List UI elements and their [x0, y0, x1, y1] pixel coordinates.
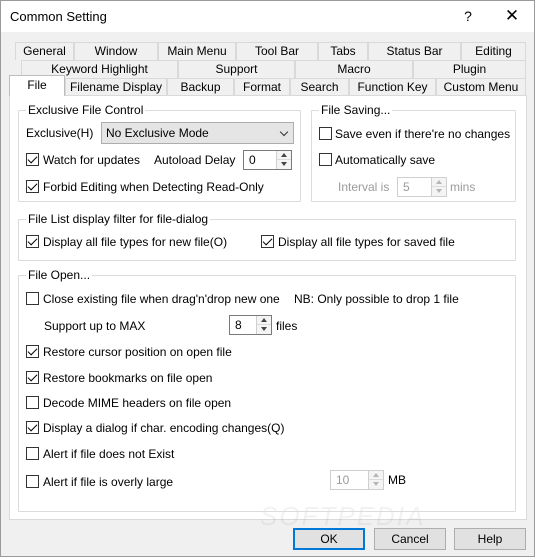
cancel-button[interactable]: Cancel: [374, 528, 446, 550]
watch-updates-label: Watch for updates: [43, 153, 140, 167]
dialog-title: Common Setting: [10, 9, 107, 24]
title-bar[interactable]: Common Setting ? ✕: [1, 1, 534, 32]
decode-mime-label: Decode MIME headers on file open: [43, 396, 232, 410]
tab-search[interactable]: Search: [290, 78, 349, 96]
tab-row-2: Keyword Highlight Support Macro Plugin: [1, 60, 535, 78]
ok-button[interactable]: OK: [293, 528, 365, 550]
alert-not-exist-checkbox[interactable]: [26, 447, 39, 460]
large-size-value: 10: [336, 473, 350, 487]
display-dialog-checkbox[interactable]: [26, 421, 39, 434]
tab-format[interactable]: Format: [234, 78, 290, 96]
help-button[interactable]: Help: [454, 528, 526, 550]
spin-up-icon[interactable]: [257, 316, 271, 325]
restore-cursor-label: Restore cursor position on open file: [43, 345, 232, 359]
display-dialog-label: Display a dialog if char. encoding chang…: [43, 421, 285, 435]
tab-custom-menu[interactable]: Custom Menu: [436, 78, 526, 96]
nb-note: NB: Only possible to drop 1 file: [294, 292, 459, 306]
autoload-delay-stepper[interactable]: 0: [243, 150, 292, 170]
interval-value: 5: [403, 180, 410, 194]
tab-function-key[interactable]: Function Key: [349, 78, 436, 96]
restore-bookmarks-label: Restore bookmarks on file open: [43, 371, 213, 385]
tab-general[interactable]: General: [15, 42, 74, 60]
interval-unit: mins: [450, 180, 476, 194]
spin-up-icon[interactable]: [277, 151, 291, 160]
tab-plugin[interactable]: Plugin: [413, 60, 526, 78]
exclusive-label: Exclusive(H): [26, 126, 94, 140]
spin-up-icon[interactable]: [369, 471, 383, 480]
exclusive-mode-select[interactable]: No Exclusive Mode: [101, 122, 294, 144]
common-setting-dialog: Common Setting ? ✕ General Window Main M…: [0, 0, 535, 557]
autoload-delay-label: Autoload Delay: [154, 153, 236, 167]
alert-not-exist-label: Alert if file does not Exist: [43, 447, 175, 461]
support-max-unit: files: [276, 319, 298, 333]
group-label-saving: File Saving...: [319, 103, 393, 117]
exclusive-mode-value: No Exclusive Mode: [106, 126, 209, 140]
autoload-delay-value: 0: [249, 153, 256, 167]
tab-status-bar[interactable]: Status Bar: [368, 42, 461, 60]
tab-tabs[interactable]: Tabs: [318, 42, 368, 60]
tab-backup[interactable]: Backup: [167, 78, 234, 96]
tab-window[interactable]: Window: [74, 42, 158, 60]
tab-file[interactable]: File: [9, 75, 65, 96]
tab-macro[interactable]: Macro: [295, 60, 413, 78]
restore-bookmarks-checkbox[interactable]: [26, 371, 39, 384]
save-even-label: Save even if there're no changes: [335, 127, 511, 141]
tab-panel-file: SOFTPEDIA Exclusive File Control Exclusi…: [9, 95, 527, 531]
display-saved-filetypes-label: Display all file types for saved file: [278, 235, 455, 249]
display-new-filetypes-checkbox[interactable]: [26, 235, 39, 248]
alert-large-checkbox[interactable]: [26, 475, 39, 488]
large-size-stepper[interactable]: 10: [330, 470, 384, 490]
support-max-stepper[interactable]: 8: [229, 315, 272, 335]
group-label-filter: File List display filter for file-dialog: [26, 212, 211, 226]
interval-label: Interval is: [338, 180, 390, 194]
support-max-value: 8: [235, 318, 242, 332]
watch-updates-checkbox[interactable]: [26, 153, 39, 166]
spin-down-icon[interactable]: [257, 325, 271, 334]
group-label-open: File Open...: [26, 268, 93, 282]
tab-support[interactable]: Support: [178, 60, 295, 78]
spin-down-icon[interactable]: [369, 480, 383, 489]
tab-filename-display[interactable]: Filename Display: [65, 78, 167, 96]
save-even-checkbox[interactable]: [319, 127, 332, 140]
close-icon[interactable]: ✕: [498, 5, 526, 27]
auto-save-label: Automatically save: [335, 153, 436, 167]
help-icon[interactable]: ?: [454, 5, 482, 27]
display-saved-filetypes-checkbox[interactable]: [261, 235, 274, 248]
chevron-down-icon: [279, 127, 289, 137]
group-label-exclusive: Exclusive File Control: [26, 103, 146, 117]
alert-large-label: Alert if file is overly large: [43, 475, 174, 489]
decode-mime-checkbox[interactable]: [26, 396, 39, 409]
tab-row-1: General Window Main Menu Tool Bar Tabs S…: [1, 42, 535, 60]
large-size-unit: MB: [388, 473, 406, 487]
spin-down-icon[interactable]: [277, 160, 291, 169]
spin-down-icon[interactable]: [432, 187, 446, 196]
close-existing-checkbox[interactable]: [26, 292, 39, 305]
tab-tool-bar[interactable]: Tool Bar: [236, 42, 318, 60]
display-new-filetypes-label: Display all file types for new file(O): [43, 235, 228, 249]
support-max-label: Support up to MAX: [44, 319, 146, 333]
tab-main-menu[interactable]: Main Menu: [158, 42, 236, 60]
tab-editing[interactable]: Editing: [461, 42, 526, 60]
interval-stepper[interactable]: 5: [397, 177, 447, 197]
close-existing-label: Close existing file when drag'n'drop new…: [43, 292, 280, 306]
tab-row-3: File Filename Display Backup Format Sear…: [1, 75, 535, 96]
auto-save-checkbox[interactable]: [319, 153, 332, 166]
spin-up-icon[interactable]: [432, 178, 446, 187]
restore-cursor-checkbox[interactable]: [26, 345, 39, 358]
forbid-editing-label: Forbid Editing when Detecting Read-Only: [43, 180, 264, 194]
forbid-editing-checkbox[interactable]: [26, 180, 39, 193]
